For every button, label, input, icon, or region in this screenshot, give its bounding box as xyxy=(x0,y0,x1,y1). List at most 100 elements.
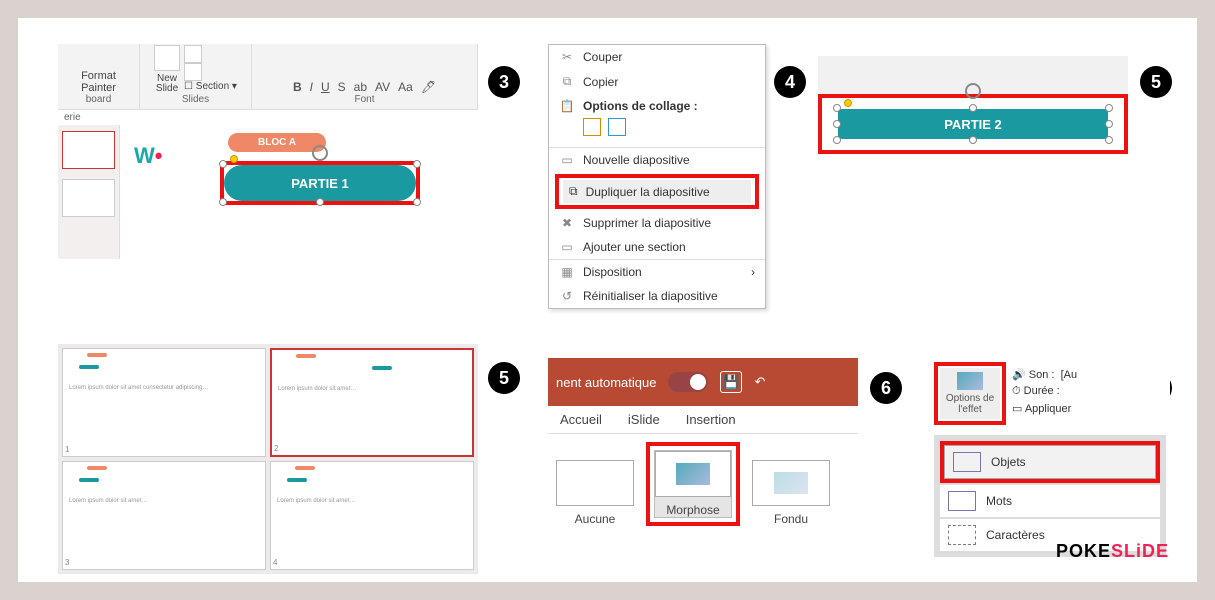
section-button[interactable]: ☐ Section ▾ xyxy=(184,81,237,92)
sound-label: 🔊 Son : [Au xyxy=(1012,368,1077,381)
shadow-button[interactable]: S xyxy=(338,80,346,94)
handle-icon[interactable] xyxy=(833,136,841,144)
sorter-slide-4[interactable]: Lorem ipsum dolor sit amet… 4 xyxy=(270,461,474,570)
highlight-button[interactable]: 🖊 xyxy=(421,80,436,94)
option-objects[interactable]: Objets xyxy=(944,445,1156,479)
slide-thumbnail-2[interactable] xyxy=(62,179,115,217)
transition-fade[interactable]: Fondu xyxy=(752,460,830,526)
panel-left-label: erie xyxy=(58,110,478,125)
bold-button[interactable]: B xyxy=(293,80,302,94)
handle-icon[interactable] xyxy=(219,160,227,168)
duration-label: ⏱ Durée : xyxy=(1012,385,1077,398)
strike-button[interactable]: ab xyxy=(354,80,367,94)
menu-layout[interactable]: ▦Disposition› xyxy=(549,259,765,284)
spacing-button[interactable]: AV xyxy=(375,80,390,94)
rotate-handle-icon[interactable] xyxy=(965,83,981,99)
new-slide-label: New Slide xyxy=(154,74,180,94)
menu-add-section[interactable]: ▭Ajouter une section xyxy=(549,235,765,259)
option-objects-highlight: Objets xyxy=(940,441,1160,483)
paste-picture-icon[interactable] xyxy=(608,118,626,136)
adjust-handle-icon[interactable] xyxy=(844,99,852,107)
title-bar: nent automatique 💾 ↶ xyxy=(548,358,858,406)
handle-icon[interactable] xyxy=(969,104,977,112)
format-painter-button[interactable]: Format Painter xyxy=(64,70,133,94)
partie2-text: PARTIE 2 xyxy=(944,117,1002,132)
underline-button[interactable]: U xyxy=(321,80,330,94)
bloc-a-shape[interactable]: BLOC A xyxy=(228,133,326,152)
effect-options-icon xyxy=(957,372,983,390)
paste-keep-format-icon[interactable] xyxy=(583,118,601,136)
effect-options-button-highlight: Options de l'effet xyxy=(934,362,1006,425)
layout-icon[interactable] xyxy=(184,45,202,63)
handle-icon[interactable] xyxy=(413,198,421,206)
menu-duplicate-slide[interactable]: ⧉Dupliquer la diapositive xyxy=(563,180,751,203)
tab-accueil[interactable]: Accueil xyxy=(560,412,602,427)
context-menu: ✂Couper ⧉Copier 📋Options de collage : ▭N… xyxy=(548,44,766,309)
reset-icon[interactable] xyxy=(184,63,202,81)
reset-icon: ↺ xyxy=(559,289,575,303)
tab-insertion[interactable]: Insertion xyxy=(686,412,736,427)
ribbon: Format Painter board New Slide ☐ Section… xyxy=(58,44,478,110)
sorter-slide-2[interactable]: Lorem ipsum dolor sit amet… 2 xyxy=(270,348,474,457)
adjust-handle-icon[interactable] xyxy=(230,155,238,163)
partie2-shape[interactable]: PARTIE 2 xyxy=(838,109,1108,139)
menu-cut[interactable]: ✂Couper xyxy=(549,45,765,69)
partie2-highlight: PARTIE 2 xyxy=(818,94,1128,154)
duplicate-icon: ⧉ xyxy=(569,184,578,199)
menu-delete-slide[interactable]: ✖Supprimer la diapositive xyxy=(549,211,765,235)
slide-edit-canvas[interactable]: W• BLOC A PARTIE 1 xyxy=(120,125,478,259)
panel-3-ribbon-editor: Format Painter board New Slide ☐ Section… xyxy=(58,44,478,244)
slide-thumbnail-panel xyxy=(58,125,120,259)
menu-new-slide[interactable]: ▭Nouvelle diapositive xyxy=(549,147,765,172)
tab-islide[interactable]: iSlide xyxy=(628,412,660,427)
panel-7-effect-options: Options de l'effet 🔊 Son : [Au ⏱ Durée :… xyxy=(930,358,1170,568)
handle-icon[interactable] xyxy=(1105,104,1113,112)
menu-paste-options-label: 📋Options de collage : xyxy=(549,94,765,118)
transition-morph[interactable]: Morphose xyxy=(654,450,732,518)
option-words[interactable]: Mots xyxy=(940,485,1160,517)
effect-options-button[interactable]: Options de l'effet xyxy=(940,368,1000,419)
handle-icon[interactable] xyxy=(316,198,324,206)
menu-duplicate-highlight: ⧉Dupliquer la diapositive xyxy=(555,174,759,209)
clipboard-icon: 📋 xyxy=(559,99,575,113)
autosave-label: nent automatique xyxy=(556,375,656,390)
handle-icon[interactable] xyxy=(969,136,977,144)
new-slide-button[interactable] xyxy=(154,45,180,71)
sorter-slide-3[interactable]: Lorem ipsum dolor sit amet… 3 xyxy=(62,461,266,570)
transition-none[interactable]: Aucune xyxy=(556,460,634,526)
rotate-handle-icon[interactable] xyxy=(312,145,328,161)
partie1-selection-highlight: PARTIE 1 xyxy=(220,161,420,205)
menu-copy[interactable]: ⧉Copier xyxy=(549,69,765,94)
slides-group-label: Slides xyxy=(182,94,209,105)
handle-icon[interactable] xyxy=(1105,136,1113,144)
sorter-slide-1[interactable]: Lorem ipsum dolor sit amet consectetur a… xyxy=(62,348,266,457)
scissors-icon: ✂ xyxy=(559,50,575,64)
step-badge-4: 4 xyxy=(774,66,806,98)
handle-icon[interactable] xyxy=(219,198,227,206)
chevron-right-icon: › xyxy=(751,265,755,279)
handle-icon[interactable] xyxy=(1105,120,1113,128)
slide-thumbnail-1[interactable] xyxy=(62,131,115,169)
menu-reset-slide[interactable]: ↺Réinitialiser la diapositive xyxy=(549,284,765,308)
case-button[interactable]: Aa xyxy=(398,80,413,94)
characters-icon xyxy=(948,525,976,545)
save-icon[interactable]: 💾 xyxy=(720,371,742,393)
apply-all-button[interactable]: ▭ Appliquer xyxy=(1012,402,1077,415)
italic-button[interactable]: I xyxy=(310,80,313,94)
undo-icon[interactable]: ↶ xyxy=(754,374,765,390)
font-toolbar: B I U S ab AV Aa 🖊 xyxy=(293,80,436,94)
autosave-toggle[interactable] xyxy=(668,372,708,392)
layout-icon: ▦ xyxy=(559,265,575,279)
handle-icon[interactable] xyxy=(833,120,841,128)
handle-icon[interactable] xyxy=(413,160,421,168)
fade-icon xyxy=(774,472,808,494)
partie1-text: PARTIE 1 xyxy=(291,176,349,191)
partie1-shape[interactable]: PARTIE 1 xyxy=(224,165,416,201)
section-icon: ▭ xyxy=(559,240,575,254)
objects-icon xyxy=(953,452,981,472)
slide-sorter: Lorem ipsum dolor sit amet consectetur a… xyxy=(58,344,478,574)
font-group-label: Font xyxy=(354,94,374,105)
handle-icon[interactable] xyxy=(833,104,841,112)
morph-icon xyxy=(676,463,710,485)
step-badge-5-bottom: 5 xyxy=(488,362,520,394)
